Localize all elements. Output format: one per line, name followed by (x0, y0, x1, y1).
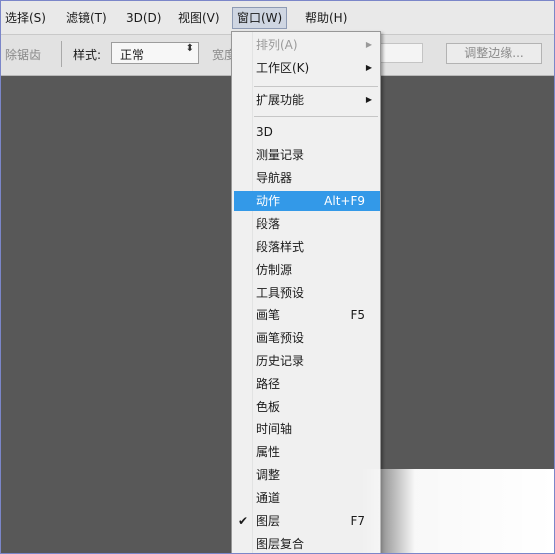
menu-item-clone-source[interactable]: 仿制源 (234, 260, 380, 280)
shortcut-label: Alt+F9 (324, 194, 365, 208)
checkmark-icon: ✔ (238, 514, 249, 528)
menu-item-brush[interactable]: 画笔 F5 (234, 305, 380, 325)
menu-window[interactable]: 窗口(W) (232, 7, 288, 29)
menu-separator (254, 86, 378, 87)
menu-bar: 选择(S) 滤镜(T) 3D(D) 视图(V) 窗口(W) 帮助(H) (1, 1, 554, 35)
submenu-arrow-icon: ▶ (365, 95, 372, 104)
menu-item-brush-presets[interactable]: 画笔预设 (234, 328, 380, 348)
menu-3d[interactable]: 3D(D) (122, 7, 165, 29)
menu-item-paragraph[interactable]: 段落 (234, 214, 380, 234)
photoshop-window: 选择(S) 滤镜(T) 3D(D) 视图(V) 窗口(W) 帮助(H) 除锯齿 … (0, 0, 555, 554)
menu-select[interactable]: 选择(S) (1, 7, 50, 29)
menu-item-extensions[interactable]: 扩展功能 ▶ (234, 90, 380, 110)
menu-item-layer-comps[interactable]: 图层复合 (234, 534, 380, 553)
menu-help[interactable]: 帮助(H) (301, 7, 351, 29)
menu-item-swatches[interactable]: 色板 (234, 397, 380, 417)
style-select[interactable]: 正常 ⬍ (111, 42, 199, 64)
menu-item-arrange[interactable]: 排列(A) ▶ (234, 35, 380, 55)
menu-item-navigator[interactable]: 导航器 (234, 168, 380, 188)
style-label: 样式: (73, 48, 102, 62)
menu-item-actions[interactable]: 动作 Alt+F9 (234, 191, 380, 211)
submenu-arrow-icon: ▶ (365, 40, 372, 49)
menu-item-layers[interactable]: ✔ 图层 F7 (234, 511, 380, 531)
white-fade-overlay (361, 469, 554, 553)
options-separator (61, 41, 62, 67)
menu-item-history[interactable]: 历史记录 (234, 351, 380, 371)
menu-filter[interactable]: 滤镜(T) (62, 7, 111, 29)
menu-item-3d[interactable]: 3D (234, 122, 380, 142)
window-menu-dropdown: 排列(A) ▶ 工作区(K) ▶ 扩展功能 ▶ 3D 测量记录 导航器 动作 A… (231, 31, 381, 553)
menu-view[interactable]: 视图(V) (174, 7, 224, 29)
select-arrows-icon: ⬍ (185, 43, 194, 54)
menu-item-tool-presets[interactable]: 工具预设 (234, 283, 380, 303)
shortcut-label: F5 (350, 308, 365, 322)
menu-item-channels[interactable]: 通道 (234, 488, 380, 508)
menu-item-timeline[interactable]: 时间轴 (234, 419, 380, 439)
refine-edge-button[interactable]: 调整边缘... (446, 43, 542, 64)
menu-item-measurement-log[interactable]: 测量记录 (234, 145, 380, 165)
menu-item-adjustments[interactable]: 调整 (234, 465, 380, 485)
submenu-arrow-icon: ▶ (365, 63, 372, 72)
menu-item-paragraph-styles[interactable]: 段落样式 (234, 237, 380, 257)
menu-item-paths[interactable]: 路径 (234, 374, 380, 394)
menu-item-properties[interactable]: 属性 (234, 442, 380, 462)
anti-alias-label[interactable]: 除锯齿 (5, 46, 41, 63)
height-field[interactable] (379, 43, 423, 63)
menu-separator (254, 116, 378, 117)
style-select-value: 正常 (120, 48, 145, 62)
menu-item-workspace[interactable]: 工作区(K) ▶ (234, 58, 380, 78)
